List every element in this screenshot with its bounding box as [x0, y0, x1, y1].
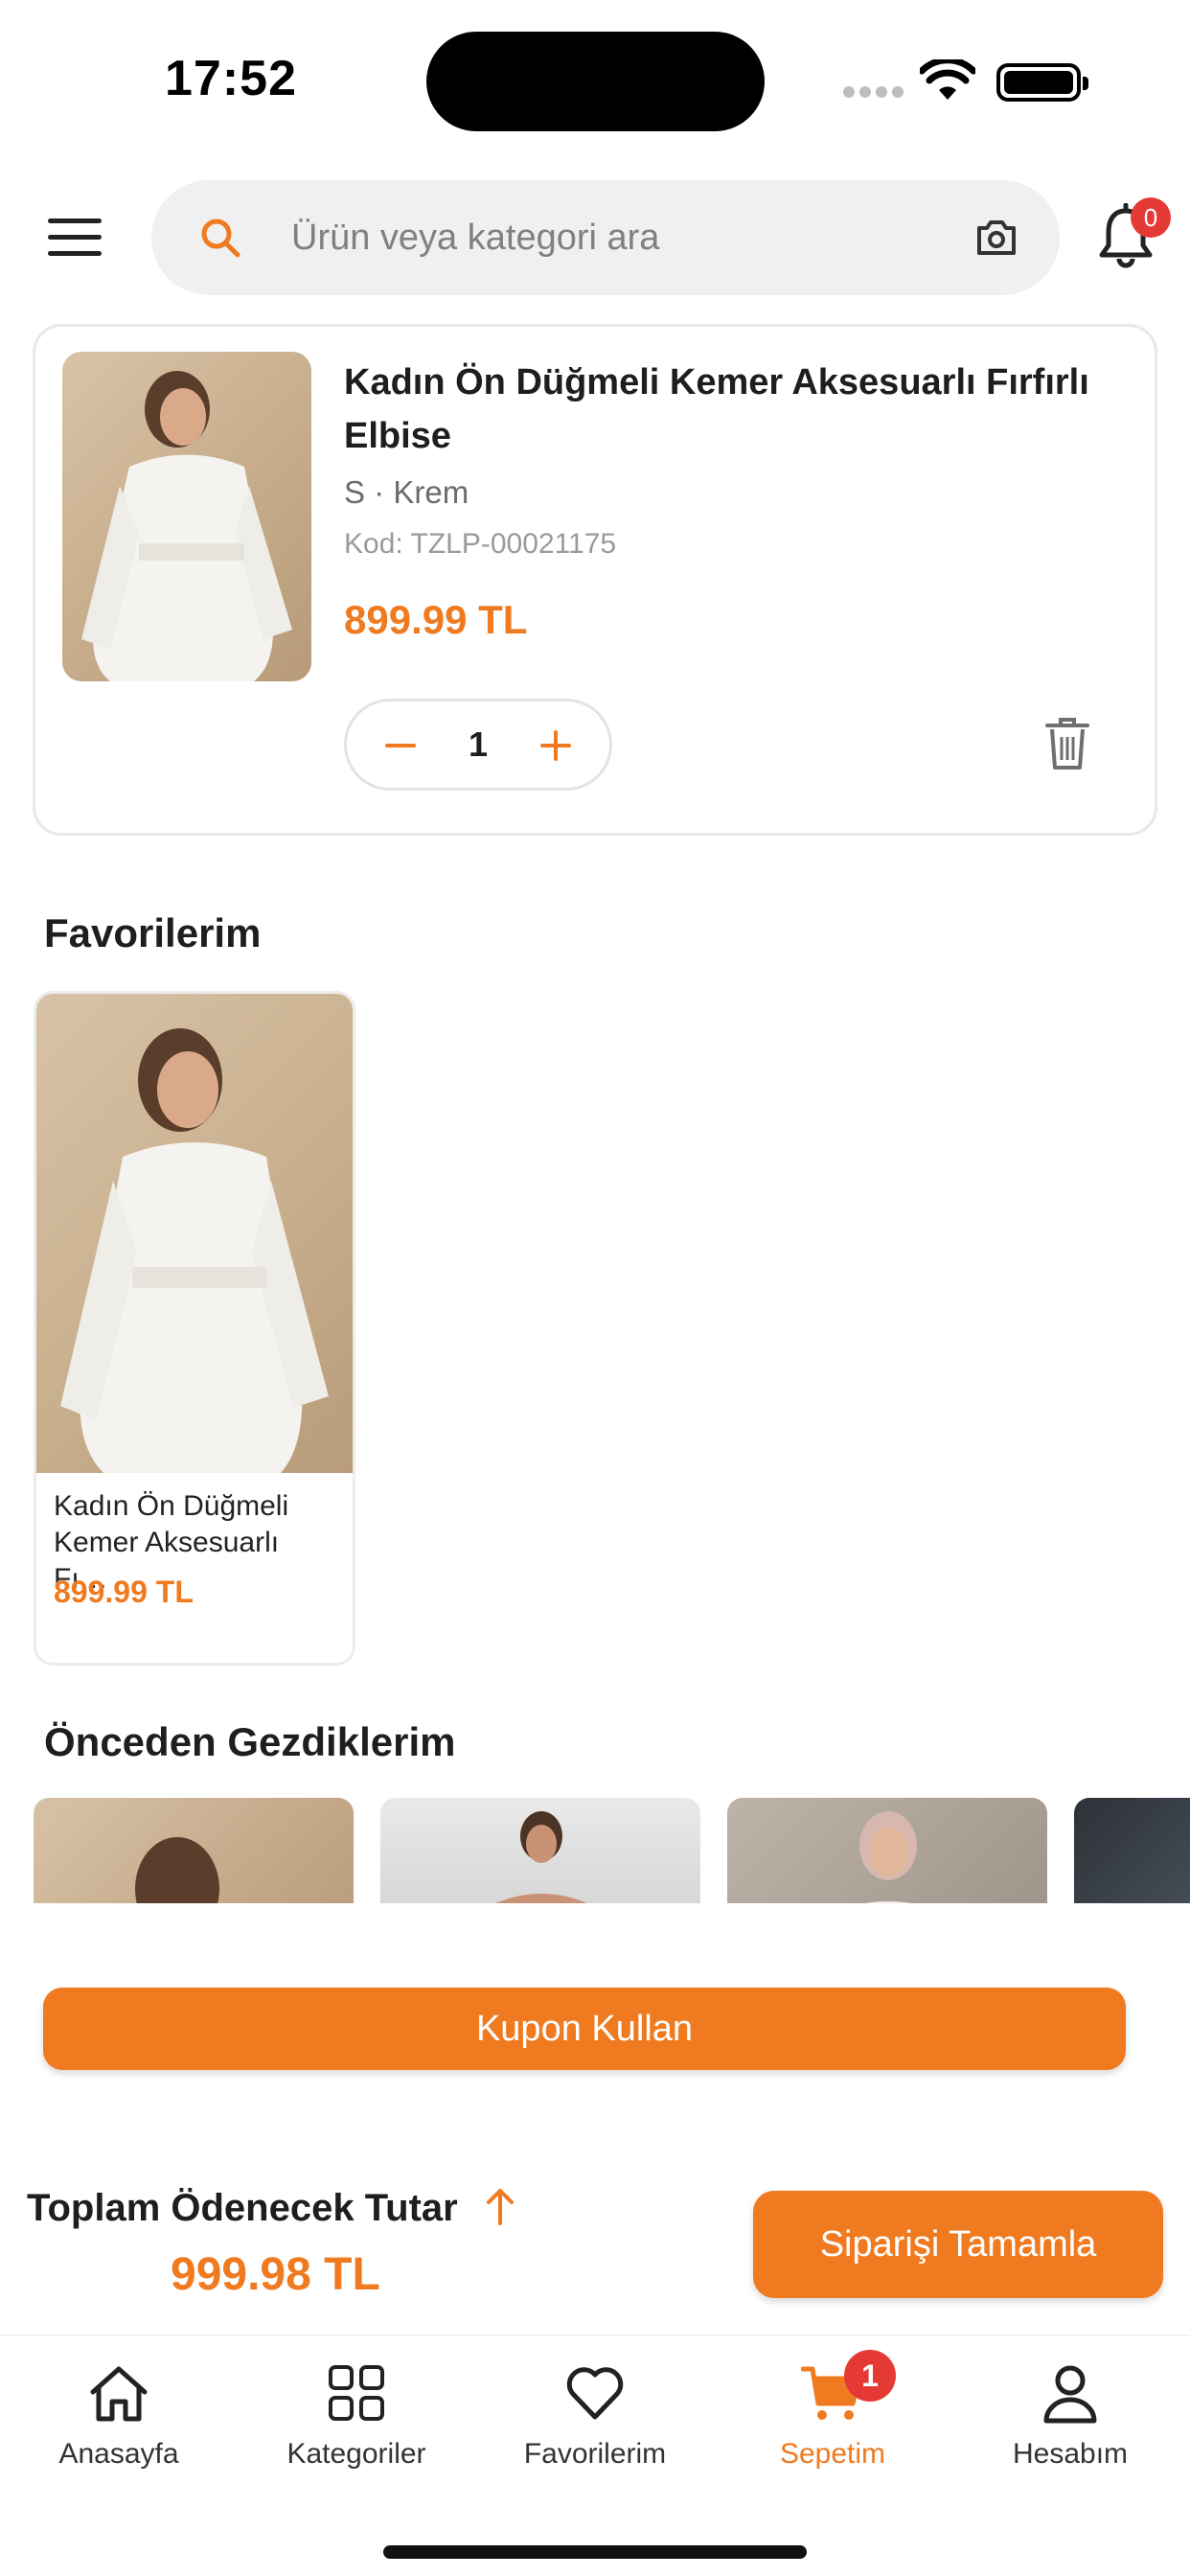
recently-viewed-item[interactable]: [34, 1798, 354, 1903]
trash-icon[interactable]: [1043, 714, 1091, 771]
dress-photo: [60, 1028, 329, 1473]
heart-icon: [566, 2367, 624, 2420]
use-coupon-button[interactable]: Kupon Kullan: [43, 1988, 1126, 2070]
bottom-tab-bar: Anasayfa Kategoriler Favorilerim 1 Sepet…: [0, 2334, 1190, 2576]
cart-item-card: Kadın Ön Düğmeli Kemer Aksesuarlı Fırfır…: [33, 324, 1157, 836]
search-icon: [201, 218, 240, 258]
checkout-panel: Kupon Kullan Toplam Ödenecek Tutar 999.9…: [0, 1903, 1190, 2334]
menu-line: [48, 251, 102, 256]
home-icon: [90, 2366, 148, 2422]
camera-icon[interactable]: [973, 215, 1019, 261]
tab-label: Hesabım: [1012, 2438, 1129, 2470]
menu-button[interactable]: [48, 218, 102, 257]
search-bar[interactable]: [151, 180, 1060, 295]
cart-item-price: 899.99 TL: [344, 597, 528, 642]
cart-item-code: Kod: TZLP-00021175: [344, 528, 617, 560]
search-input[interactable]: [291, 199, 904, 276]
recently-viewed-item[interactable]: [1074, 1798, 1190, 1903]
tab-favorites[interactable]: Favorilerim: [499, 2358, 691, 2492]
total-label: Toplam Ödenecek Tutar: [27, 2187, 458, 2229]
cart-count-badge: 1: [844, 2350, 896, 2402]
recently-viewed-list: [0, 1798, 1190, 1903]
grid-icon: [329, 2365, 384, 2421]
cart-item-title[interactable]: Kadın Ön Düğmeli Kemer Aksesuarlı Fırfır…: [344, 356, 1110, 463]
tab-label: Sepetim: [779, 2438, 886, 2470]
dress-photo: [81, 371, 292, 681]
favorites-section-title: Favorilerim: [44, 910, 262, 955]
cart-item-variant: S · Krem: [344, 474, 469, 510]
battery-icon: [996, 63, 1088, 102]
wifi-icon: [920, 59, 975, 100]
status-bar: 17:52: [0, 0, 1190, 153]
quantity-stepper: 1: [344, 699, 612, 791]
recently-viewed-item[interactable]: [380, 1798, 700, 1903]
recently-viewed-item[interactable]: [727, 1798, 1047, 1903]
favorite-product-card[interactable]: Kadın Ön Düğmeli Kemer Aksesuarlı Fı… 89…: [34, 991, 355, 1666]
tab-label: Favorilerim: [523, 2438, 667, 2470]
tab-home[interactable]: Anasayfa: [23, 2358, 215, 2492]
complete-order-button[interactable]: Siparişi Tamamla: [753, 2191, 1163, 2298]
arrow-up-icon[interactable]: [481, 2185, 519, 2227]
notification-count-badge: 0: [1131, 197, 1171, 238]
product-thumbnail: [859, 1811, 917, 1903]
menu-line: [48, 235, 102, 240]
tab-account[interactable]: Hesabım: [974, 2358, 1166, 2492]
product-image: [36, 994, 353, 1473]
status-time: 17:52: [165, 51, 297, 106]
cellular-signal-icon: [843, 86, 904, 98]
plus-icon[interactable]: [531, 721, 581, 770]
favorite-product-price: 899.99 TL: [54, 1575, 194, 1609]
total-amount: 999.98 TL: [171, 2249, 380, 2300]
product-thumbnail: [135, 1837, 219, 1903]
menu-line: [48, 218, 102, 223]
user-icon: [1043, 2365, 1097, 2424]
tab-label: Anasayfa: [58, 2438, 179, 2470]
product-image[interactable]: [62, 352, 311, 681]
home-indicator[interactable]: [383, 2545, 807, 2559]
tab-label: Kategoriler: [286, 2438, 426, 2470]
tab-cart[interactable]: 1 Sepetim: [737, 2350, 928, 2492]
product-thumbnail: [495, 1811, 587, 1903]
dynamic-island: [426, 32, 765, 131]
tab-categories[interactable]: Kategoriler: [261, 2358, 452, 2492]
recently-viewed-section-title: Önceden Gezdiklerim: [44, 1719, 456, 1764]
